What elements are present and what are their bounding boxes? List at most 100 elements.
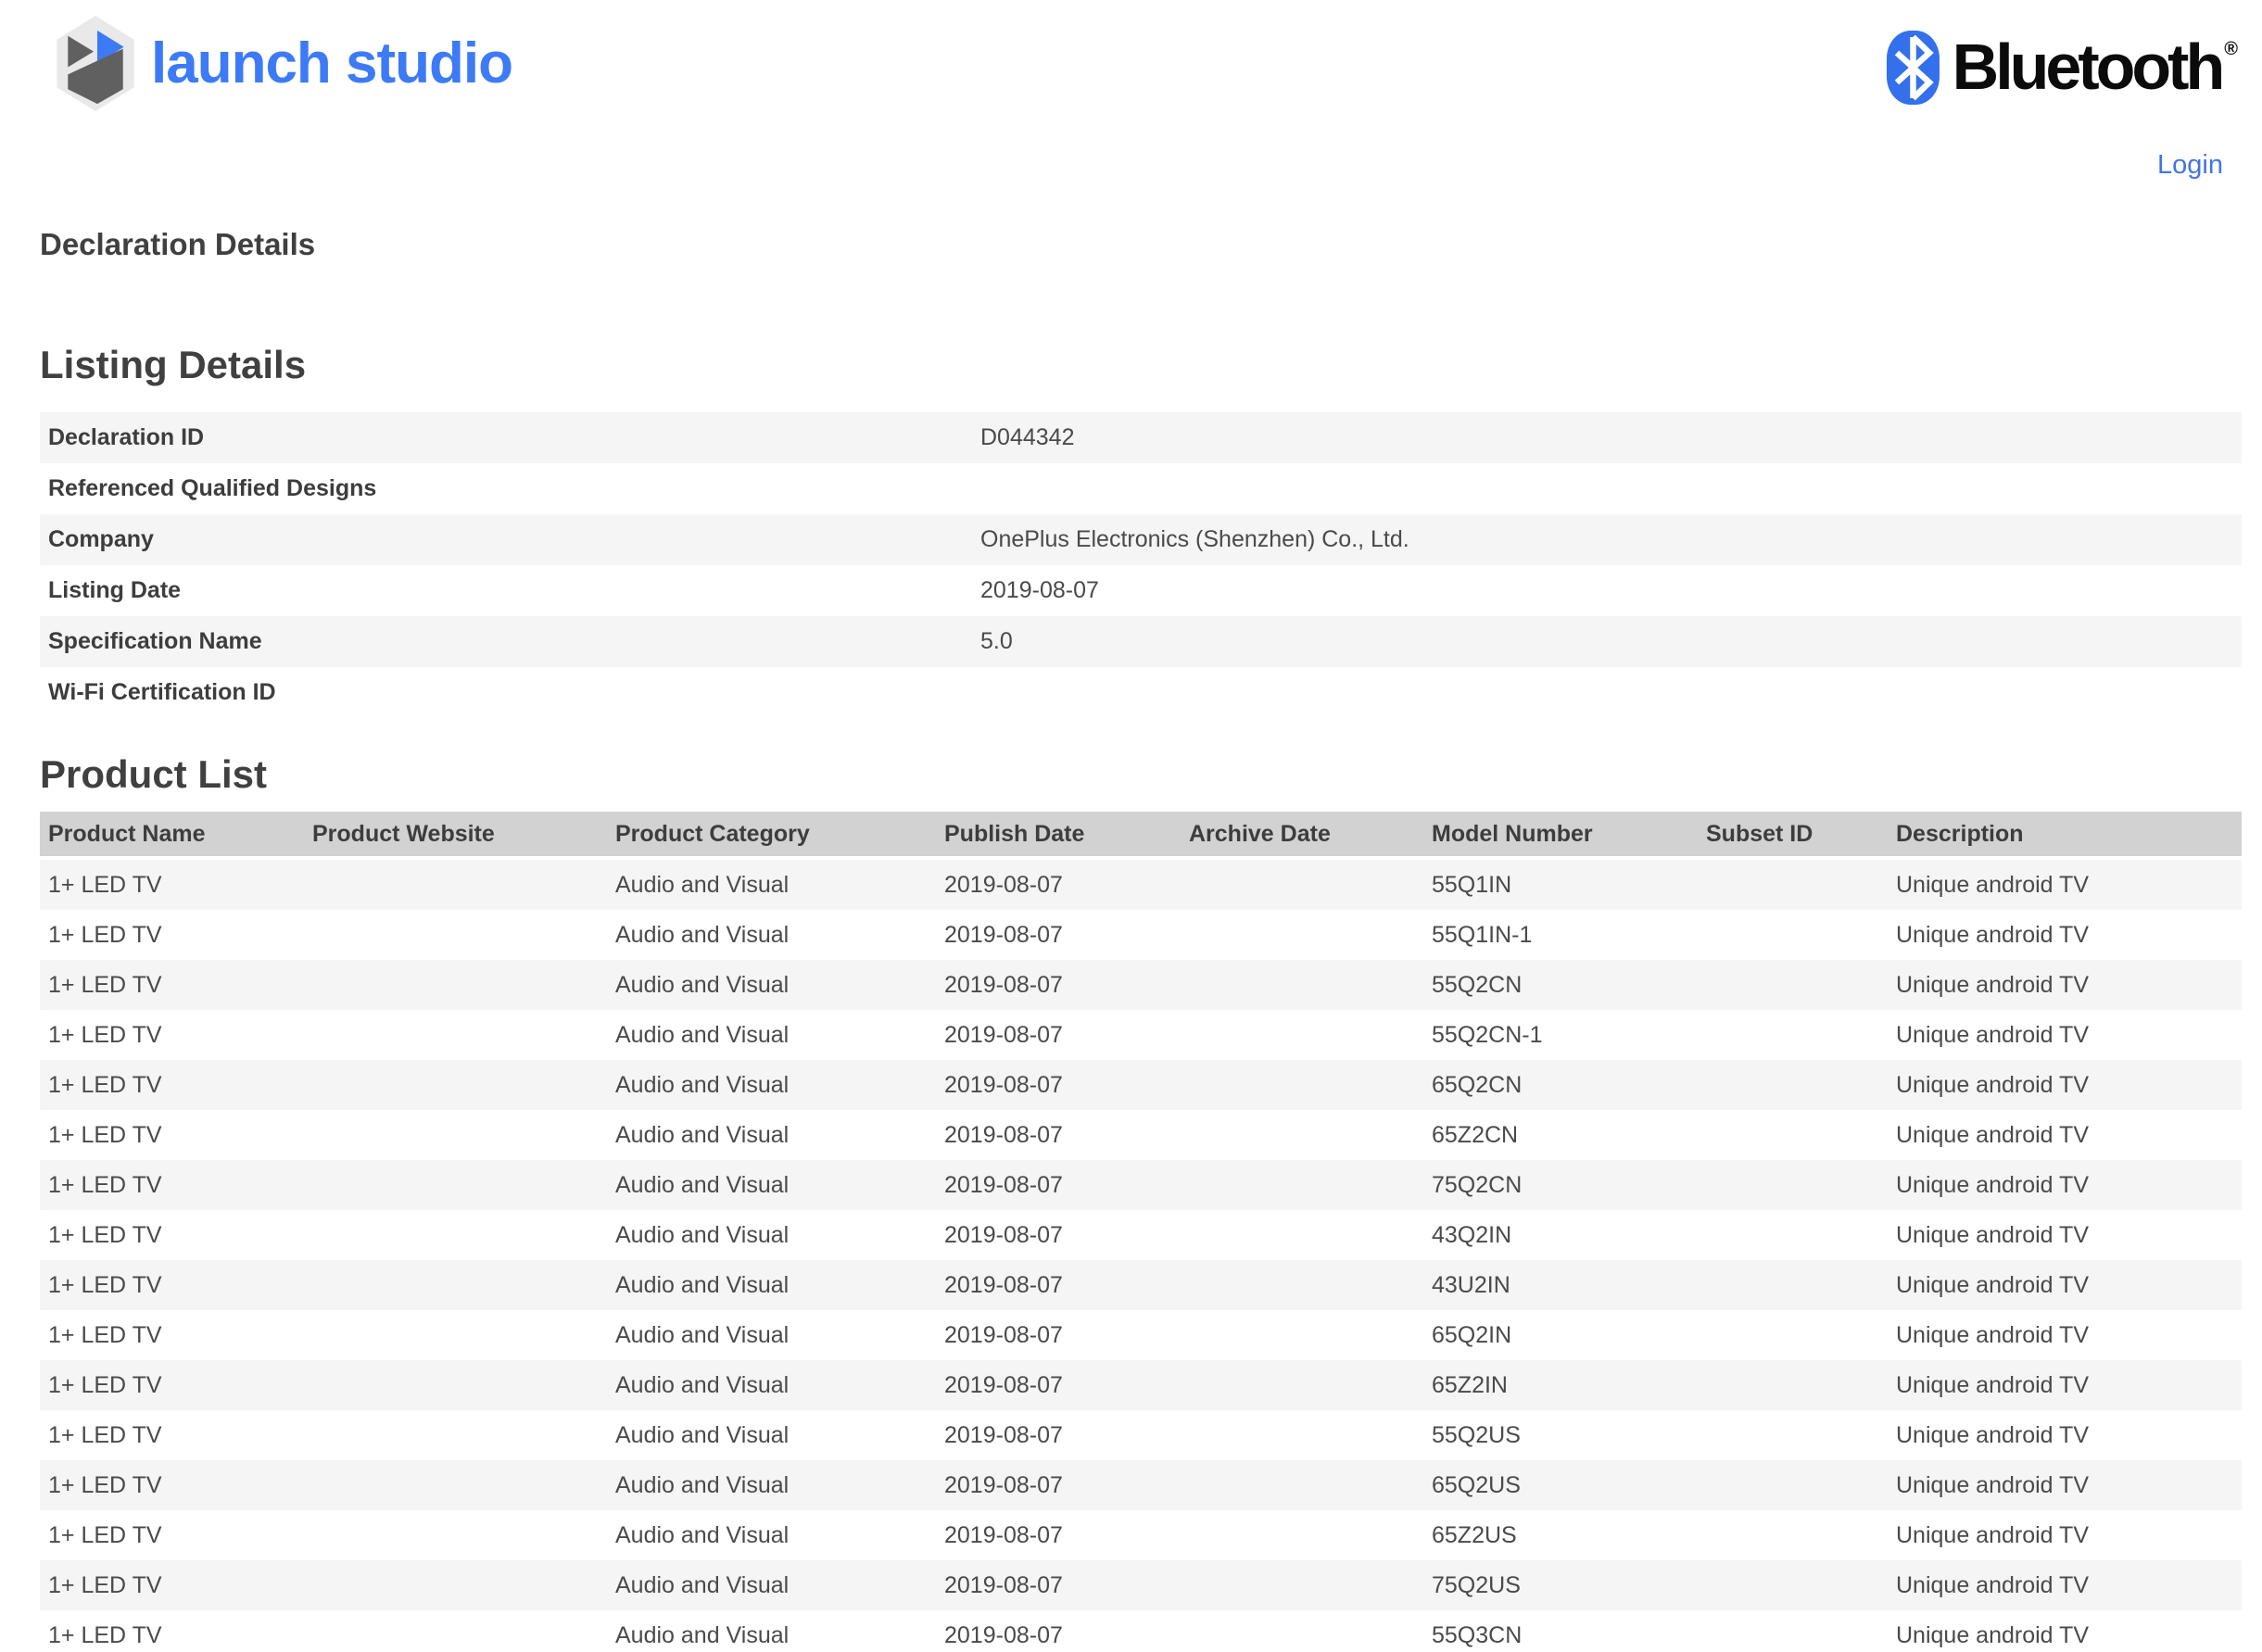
cell-subset-id [1698,1360,1888,1410]
cell-subset-id [1698,1160,1888,1210]
cell-publish-date: 2019-08-07 [936,1360,1181,1410]
listing-row: Referenced Qualified Designs [40,463,2242,514]
cell-publish-date: 2019-08-07 [936,1310,1181,1360]
launch-studio-icon [55,14,136,113]
cell-publish-date: 2019-08-07 [936,1010,1181,1060]
cell-product-name: 1+ LED TV [40,1060,304,1110]
cell-product-category: Audio and Visual [607,1110,936,1160]
cell-publish-date: 2019-08-07 [936,1610,1181,1652]
product-row: 1+ LED TVAudio and Visual2019-08-0775Q2U… [40,1560,2242,1610]
listing-label: Referenced Qualified Designs [40,463,980,514]
cell-description: Unique android TV [1888,1510,2242,1560]
registered-trademark-mark: ® [2224,39,2238,60]
cell-product-category: Audio and Visual [607,1560,936,1610]
listing-value [980,667,2242,718]
cell-product-name: 1+ LED TV [40,1210,304,1260]
cell-product-name: 1+ LED TV [40,1560,304,1610]
bluetooth-logo[interactable]: Bluetooth ® [1887,14,2238,117]
cell-subset-id [1698,910,1888,960]
main-content: Declaration Details Listing Details Decl… [0,225,2262,1652]
cell-model-number: 55Q1IN [1423,858,1698,910]
cell-model-number: 65Z2US [1423,1510,1698,1560]
listing-row: Listing Date2019-08-07 [40,565,2242,616]
cell-product-name: 1+ LED TV [40,1260,304,1310]
cell-archive-date [1181,1010,1423,1060]
cell-product-website [304,1410,607,1460]
listing-label: Declaration ID [40,412,980,463]
cell-model-number: 55Q2US [1423,1410,1698,1460]
cell-archive-date [1181,1110,1423,1160]
cell-product-name: 1+ LED TV [40,1460,304,1510]
product-row: 1+ LED TVAudio and Visual2019-08-0755Q2C… [40,1010,2242,1060]
cell-publish-date: 2019-08-07 [936,1260,1181,1310]
cell-publish-date: 2019-08-07 [936,1460,1181,1510]
cell-model-number: 75Q2US [1423,1560,1698,1610]
cell-subset-id [1698,1510,1888,1560]
page-title: Declaration Details [40,225,2242,264]
cell-product-category: Audio and Visual [607,960,936,1010]
cell-archive-date [1181,1410,1423,1460]
launch-studio-logo[interactable]: launch studio [55,14,512,113]
listing-row: CompanyOnePlus Electronics (Shenzhen) Co… [40,514,2242,565]
cell-description: Unique android TV [1888,1260,2242,1310]
cell-model-number: 43U2IN [1423,1260,1698,1310]
cell-product-website [304,1110,607,1160]
cell-description: Unique android TV [1888,1010,2242,1060]
cell-publish-date: 2019-08-07 [936,1160,1181,1210]
cell-subset-id [1698,858,1888,910]
cell-product-name: 1+ LED TV [40,1110,304,1160]
cell-product-website [304,1010,607,1060]
cell-product-category: Audio and Visual [607,1260,936,1310]
cell-product-category: Audio and Visual [607,1360,936,1410]
cell-publish-date: 2019-08-07 [936,1510,1181,1560]
cell-product-name: 1+ LED TV [40,1010,304,1060]
cell-product-name: 1+ LED TV [40,1510,304,1560]
cell-product-name: 1+ LED TV [40,1410,304,1460]
cell-publish-date: 2019-08-07 [936,910,1181,960]
cell-publish-date: 2019-08-07 [936,858,1181,910]
product-table-header-row: Product NameProduct WebsiteProduct Categ… [40,812,2242,858]
cell-archive-date [1181,1460,1423,1510]
cell-product-website [304,1160,607,1210]
cell-archive-date [1181,1160,1423,1210]
cell-publish-date: 2019-08-07 [936,1060,1181,1110]
column-header-product-website: Product Website [304,812,607,858]
cell-product-website [304,960,607,1010]
cell-model-number: 65Z2CN [1423,1110,1698,1160]
cell-subset-id [1698,1410,1888,1460]
cell-description: Unique android TV [1888,910,2242,960]
cell-model-number: 65Q2IN [1423,1310,1698,1360]
cell-archive-date [1181,910,1423,960]
listing-value [980,463,2242,514]
listing-row: Declaration IDD044342 [40,412,2242,463]
page: launch studio Bluetooth ® Login Declarat… [0,0,2262,1652]
cell-model-number: 75Q2CN [1423,1160,1698,1210]
cell-model-number: 55Q1IN-1 [1423,910,1698,960]
product-list-table: Product NameProduct WebsiteProduct Categ… [40,812,2242,1652]
cell-subset-id [1698,1310,1888,1360]
cell-product-website [304,910,607,960]
listing-value: D044342 [980,412,2242,463]
product-row: 1+ LED TVAudio and Visual2019-08-0765Q2C… [40,1060,2242,1110]
cell-product-category: Audio and Visual [607,1310,936,1360]
cell-archive-date [1181,1610,1423,1652]
cell-archive-date [1181,1510,1423,1560]
login-row: Login [0,150,2262,184]
cell-product-category: Audio and Visual [607,858,936,910]
product-row: 1+ LED TVAudio and Visual2019-08-0765Q2I… [40,1310,2242,1360]
cell-archive-date [1181,1310,1423,1360]
cell-product-website [304,1360,607,1410]
cell-description: Unique android TV [1888,1310,2242,1360]
cell-product-name: 1+ LED TV [40,910,304,960]
cell-product-website [304,1460,607,1510]
cell-model-number: 65Z2IN [1423,1360,1698,1410]
listing-details-title: Listing Details [40,342,2242,388]
cell-description: Unique android TV [1888,1060,2242,1110]
cell-product-website [304,1560,607,1610]
cell-product-category: Audio and Visual [607,1460,936,1510]
cell-subset-id [1698,1610,1888,1652]
cell-product-name: 1+ LED TV [40,858,304,910]
cell-product-website [304,858,607,910]
cell-archive-date [1181,1360,1423,1410]
login-link[interactable]: Login [2157,150,2223,180]
